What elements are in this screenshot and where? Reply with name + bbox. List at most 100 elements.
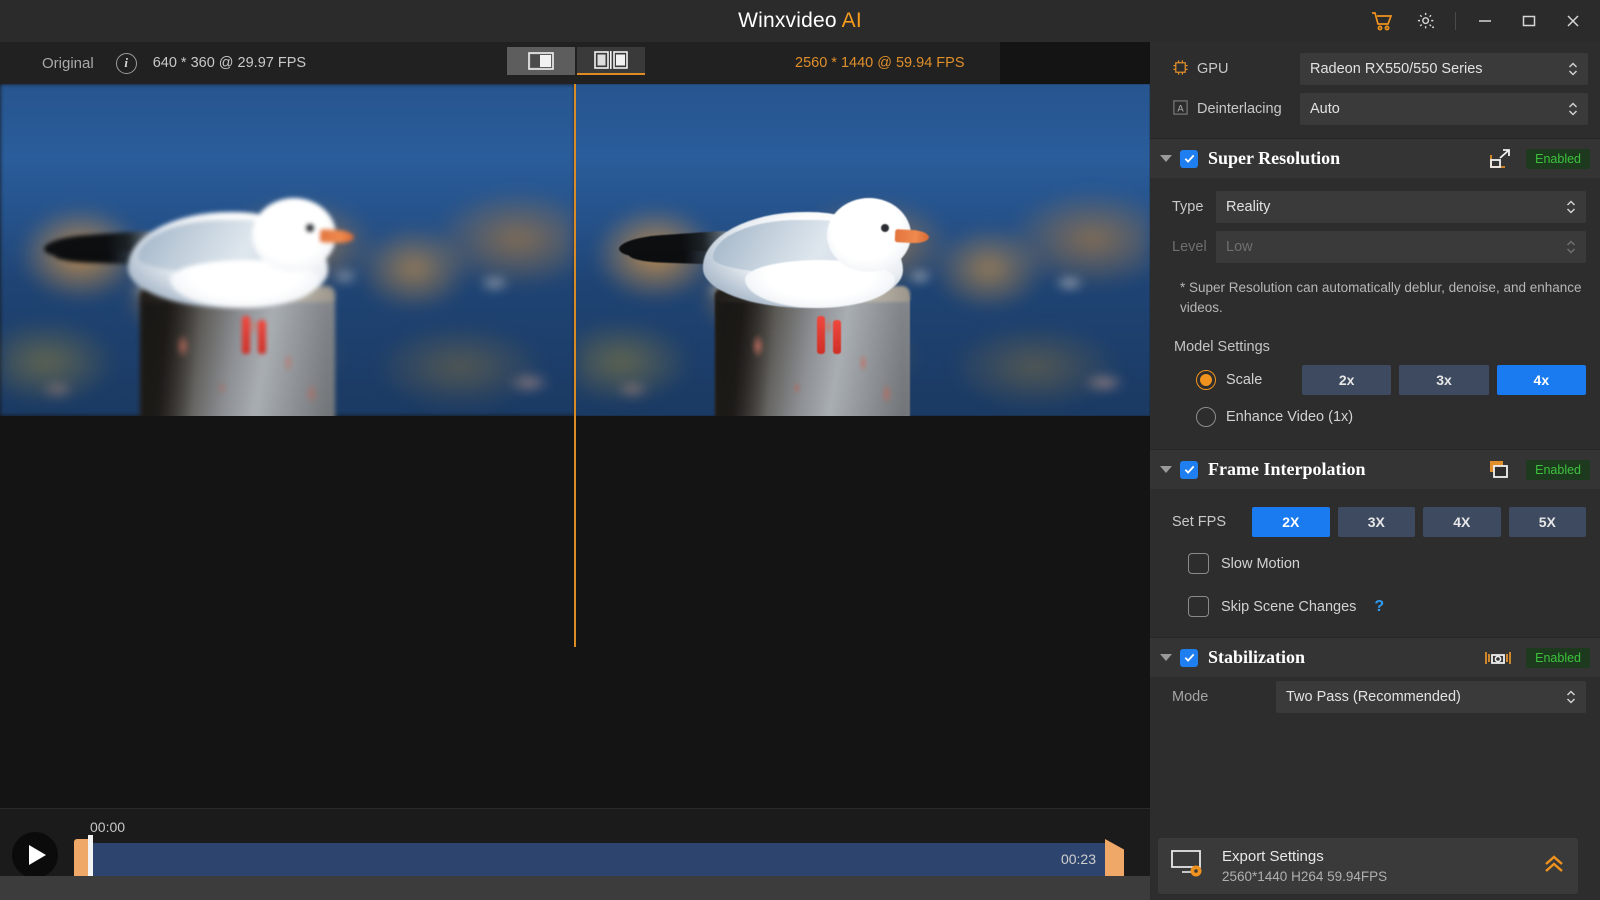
fps-4x[interactable]: 4X [1423,507,1501,538]
bottom-strip [0,876,1150,900]
chevron-updown-icon [1568,101,1578,117]
sr-level-value: Low [1226,239,1253,255]
stabilization-mode-row: Mode Two Pass (Recommended) [1150,677,1600,714]
chevron-updown-icon [1566,239,1576,255]
split-divider-handle[interactable] [574,84,576,647]
mode-label: Mode [1172,689,1209,706]
sr-type-select[interactable]: Reality [1216,191,1586,223]
slow-motion-label: Slow Motion [1221,555,1300,572]
deinterlacing-value: Auto [1310,101,1340,117]
timeline-bar: 00:00 00:23 [0,808,1150,900]
sr-scale-3x[interactable]: 3x [1399,365,1489,396]
fps-3x[interactable]: 3X [1337,507,1415,538]
fps-row: Set FPS 2X 3X 4X 5X [1172,507,1586,538]
sr-level-select[interactable]: Low [1216,231,1586,263]
chevron-down-icon[interactable] [1160,654,1172,662]
fps-2x[interactable]: 2X [1252,507,1330,538]
slow-motion-checkbox[interactable] [1188,553,1209,575]
device-settings-group: GPU Radeon RX550/550 Series A Deinterlac… [1150,42,1600,138]
sr-scale-label: Scale [1226,372,1263,389]
frames-copy-icon[interactable] [1486,459,1512,481]
view-mode-toggle [507,47,645,75]
start-time-label: 00:00 [90,819,126,835]
deinterlacing-label-wrap: A Deinterlacing [1172,99,1300,120]
mode-value: Two Pass (Recommended) [1286,689,1461,706]
stabilization-badge: Enabled [1526,647,1590,668]
export-text: Export Settings 2560*1440 H264 59.94FPS [1222,848,1387,884]
gpu-label: GPU [1197,61,1229,77]
sr-enhance-row: Enhance Video (1x) [1172,407,1586,428]
gpu-value: Radeon RX550/550 Series [1310,61,1483,77]
window-controls [1361,0,1594,42]
winxvideo-ai-window: Winxvideo AI Original i 640 * 360 @ 29.9… [0,0,1600,900]
app-title-name: Winxvideo [738,9,837,32]
output-info: 2560 * 1440 @ 59.94 FPS [795,55,965,71]
chevron-updown-icon [1566,199,1576,215]
timeline-track[interactable] [90,843,1108,879]
video-canvas[interactable] [0,84,1150,808]
chevron-down-icon[interactable] [1160,155,1172,162]
fps-options: 2X 3X 4X 5X [1252,507,1586,538]
minimize-icon[interactable] [1464,0,1506,42]
gear-icon[interactable] [1405,0,1447,42]
sr-level-label: Level [1172,239,1207,255]
frame-interpolation-title: Frame Interpolation [1208,459,1366,480]
preview-toolbar: Original i 640 * 360 @ 29.97 FPS 2560 * … [0,42,1150,84]
sr-scale-4x[interactable]: 4x [1496,365,1586,396]
export-settings-inner[interactable]: Export Settings 2560*1440 H264 59.94FPS [1158,838,1578,894]
skip-scene-checkbox[interactable] [1188,596,1209,618]
info-icon[interactable]: i [115,52,137,74]
sr-type-label: Type [1172,199,1204,215]
sr-scale-radio[interactable] [1196,370,1216,391]
gpu-row: GPU Radeon RX550/550 Series [1172,52,1588,86]
play-icon[interactable] [12,831,58,878]
sr-scale-options: 2x 3x 4x [1302,365,1586,396]
stabilization-title: Stabilization [1208,647,1306,668]
deinterlacing-row: A Deinterlacing Auto [1172,92,1588,126]
question-mark-icon[interactable]: ? [1374,598,1384,616]
export-details: 2560*1440 H264 59.94FPS [1222,869,1388,884]
close-icon[interactable] [1552,0,1594,42]
sr-scale-2x[interactable]: 2x [1302,365,1392,396]
sr-type-value: Reality [1226,199,1271,215]
deinterlacing-label: Deinterlacing [1197,101,1282,117]
super-resolution-checkbox[interactable] [1180,149,1198,168]
settings-panel: GPU Radeon RX550/550 Series A Deinterlac… [1150,42,1600,900]
end-time-label: 00:23 [1060,851,1096,867]
sr-type-row: Type Reality [1172,190,1586,224]
camera-shake-icon[interactable] [1484,648,1512,668]
skip-scene-row[interactable]: Skip Scene Changes ? [1188,596,1586,618]
slow-motion-row[interactable]: Slow Motion [1188,553,1586,575]
frame-interpolation-body: Set FPS 2X 3X 4X 5X Slow Motion Skip Sce… [1150,489,1600,627]
skip-scene-label: Skip Scene Changes [1221,598,1357,615]
frame-interpolation-checkbox[interactable] [1180,460,1198,479]
sr-enhance-radio[interactable] [1196,407,1216,428]
maximize-icon[interactable] [1508,0,1550,42]
super-resolution-header[interactable]: Super Resolution Enabled [1150,138,1600,178]
model-settings-label: Model Settings [1174,339,1270,356]
expand-arrow-icon[interactable] [1488,148,1512,170]
app-title: Winxvideo AI [738,9,862,33]
chevron-down-icon[interactable] [1160,466,1172,474]
mode-select[interactable]: Two Pass (Recommended) [1276,681,1586,714]
stabilization-header[interactable]: Stabilization Enabled [1150,637,1600,678]
super-resolution-badge: Enabled [1526,148,1590,169]
super-resolution-body: Type Reality Level Low * Super Resolutio… [1150,178,1600,449]
letter-a-icon: A [1172,99,1189,120]
deinterlacing-select[interactable]: Auto [1300,93,1588,125]
frame-interpolation-badge: Enabled [1526,459,1590,480]
title-bar: Winxvideo AI [0,0,1600,42]
single-view-icon[interactable] [507,47,575,75]
sr-scale-row: Scale 2x 3x 4x [1172,365,1586,396]
stabilization-checkbox[interactable] [1180,648,1198,667]
cart-icon[interactable] [1361,0,1403,42]
super-resolution-title: Super Resolution [1208,148,1341,168]
fps-5x[interactable]: 5X [1508,507,1586,538]
double-chevron-up-icon[interactable] [1542,853,1566,880]
frame-interpolation-header[interactable]: Frame Interpolation Enabled [1150,449,1600,490]
export-settings-bar[interactable]: Export Settings 2560*1440 H264 59.94FPS [1150,832,1600,900]
split-view-icon[interactable] [577,47,645,75]
gpu-select[interactable]: Radeon RX550/550 Series [1300,53,1588,85]
original-label: Original [42,54,94,72]
preview-column: Original i 640 * 360 @ 29.97 FPS 2560 * … [0,42,1150,900]
